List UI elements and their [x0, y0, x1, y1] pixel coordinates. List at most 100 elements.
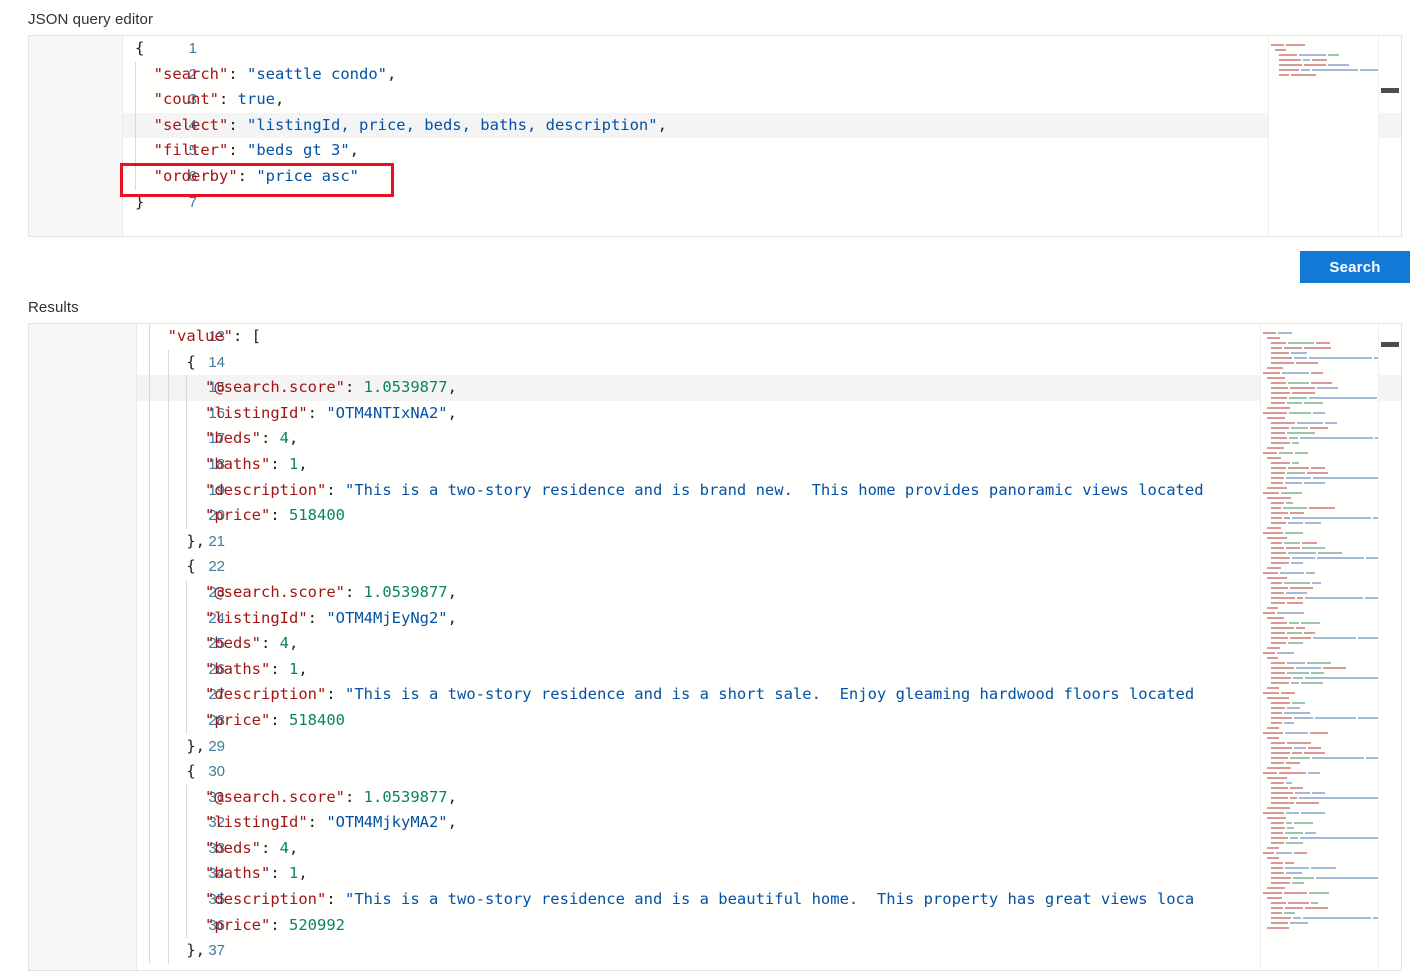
- code-line-text: "value": [: [167, 327, 261, 345]
- code-line[interactable]: 1{: [123, 36, 1401, 62]
- code-line[interactable]: 21 },: [137, 528, 1401, 555]
- code-line-text: "orderby": "price asc": [153, 166, 359, 185]
- indent-guide: [186, 451, 188, 478]
- indent-guide: [149, 733, 150, 760]
- indent-guide: [186, 656, 188, 683]
- code-line-text: {: [135, 39, 145, 57]
- indent-guide: [167, 528, 169, 555]
- indent-guide: [186, 861, 188, 888]
- indent-guide: [149, 579, 150, 606]
- code-line[interactable]: 15 "@search.score": 1.0539877,: [137, 375, 1401, 401]
- code-line-text: "listingId": "OTM4MjkyMA2",: [205, 813, 457, 832]
- indent-guide: [167, 400, 169, 427]
- json-query-editor[interactable]: 1{2 "search": "seattle condo", 3 "count":…: [28, 35, 1402, 237]
- code-line-text: "@search.score": 1.0539877,: [205, 378, 457, 397]
- code-line-text: "select": "listingId, price, beds, baths…: [153, 115, 667, 134]
- code-line[interactable]: 26 "baths": 1,: [137, 656, 1401, 683]
- code-line[interactable]: 24 "listingId": "OTM4MjEyNg2",: [137, 605, 1401, 632]
- indent-guide: [149, 324, 150, 350]
- query-editor-vertical-scrollbar[interactable]: [1378, 36, 1401, 236]
- code-line[interactable]: 13 "value": [: [137, 324, 1401, 350]
- indent-guide: [167, 861, 169, 888]
- results-editor-scroll-thumb[interactable]: [1381, 342, 1399, 347]
- indent-guide: [149, 451, 150, 478]
- indent-guide: [167, 631, 169, 657]
- code-line[interactable]: 28 "price": 518400: [137, 707, 1401, 734]
- code-line[interactable]: 17 "beds": 4,: [137, 426, 1401, 452]
- code-line-text: }: [135, 192, 145, 211]
- code-line[interactable]: 31 "@search.score": 1.0539877,: [137, 784, 1401, 811]
- indent-guide: [135, 87, 136, 113]
- minimap-line: [1269, 66, 1379, 77]
- code-line[interactable]: 33 "beds": 4,: [137, 835, 1401, 862]
- code-line[interactable]: 23 "@search.score": 1.0539877,: [137, 579, 1401, 606]
- indent-guide: [186, 912, 188, 939]
- query-editor-code-area[interactable]: 1{2 "search": "seattle condo", 3 "count":…: [123, 36, 1401, 236]
- code-line-text: },: [186, 736, 205, 755]
- code-line-text: "beds": 4,: [205, 429, 299, 448]
- code-line[interactable]: 18 "baths": 1,: [137, 451, 1401, 478]
- indent-guide: [149, 810, 150, 836]
- indent-guide: [167, 503, 169, 529]
- code-line[interactable]: 7}: [123, 190, 1401, 216]
- code-line[interactable]: 3 "count": true,: [123, 87, 1401, 113]
- code-line[interactable]: 37 },: [137, 938, 1401, 964]
- code-line-text: },: [186, 941, 205, 960]
- indent-guide: [149, 554, 150, 580]
- code-line[interactable]: 36 "price": 520992: [137, 912, 1401, 939]
- code-line-text: "@search.score": 1.0539877,: [205, 582, 457, 601]
- code-line[interactable]: 6 "orderby": "price asc": [123, 163, 1401, 190]
- code-line[interactable]: 25 "beds": 4,: [137, 631, 1401, 657]
- indent-guide: [149, 835, 150, 862]
- code-line[interactable]: 2 "search": "seattle condo",: [123, 61, 1401, 88]
- code-line[interactable]: 22 {: [137, 554, 1401, 580]
- results-editor[interactable]: 13 "value": [14 {15 "@search.score": 1.0…: [28, 323, 1402, 971]
- indent-guide: [186, 477, 188, 504]
- code-line[interactable]: 16 "listingId": "OTM4NTIxNA2",: [137, 400, 1401, 427]
- indent-guide: [167, 707, 169, 734]
- code-line[interactable]: 34 "baths": 1,: [137, 861, 1401, 888]
- code-line[interactable]: 30 {: [137, 759, 1401, 785]
- code-line-text: {: [186, 352, 196, 371]
- json-query-page: JSON query editor 1{2 "search": "seattle…: [0, 0, 1419, 971]
- indent-guide: [135, 61, 136, 88]
- code-line[interactable]: 14 {: [137, 349, 1401, 376]
- query-editor-scroll-thumb[interactable]: [1381, 88, 1399, 93]
- code-line-text: {: [186, 762, 196, 781]
- code-line[interactable]: 29 },: [137, 733, 1401, 760]
- code-line[interactable]: 5 "filter": "beds gt 3",: [123, 138, 1401, 164]
- indent-guide: [186, 631, 188, 657]
- code-line[interactable]: 4 "select": "listingId, price, beds, bat…: [123, 112, 1401, 139]
- indent-guide: [149, 631, 150, 657]
- indent-guide: [149, 861, 150, 888]
- results-editor-minimap[interactable]: [1260, 324, 1379, 970]
- indent-guide: [149, 656, 150, 683]
- indent-guide: [167, 579, 169, 606]
- code-line-text: "baths": 1,: [205, 864, 308, 883]
- indent-guide: [167, 375, 169, 401]
- code-line-text: "listingId": "OTM4NTIxNA2",: [205, 403, 457, 422]
- results-label: Results: [28, 299, 79, 316]
- results-editor-code-area[interactable]: 13 "value": [14 {15 "@search.score": 1.0…: [137, 324, 1401, 970]
- indent-guide: [149, 682, 150, 708]
- indent-guide: [167, 887, 169, 913]
- query-editor-minimap[interactable]: [1268, 36, 1379, 236]
- minimap-token: [1279, 73, 1290, 77]
- code-line-text: "baths": 1,: [205, 454, 308, 473]
- code-line[interactable]: 19 "description": "This is a two-story r…: [137, 477, 1401, 504]
- indent-guide: [149, 503, 150, 529]
- code-line[interactable]: 32 "listingId": "OTM4MjkyMA2",: [137, 810, 1401, 836]
- indent-guide: [167, 912, 169, 939]
- indent-guide: [186, 400, 188, 427]
- indent-guide: [149, 426, 150, 452]
- results-editor-vertical-scrollbar[interactable]: [1378, 324, 1401, 970]
- indent-guide: [167, 835, 169, 862]
- code-line[interactable]: 20 "price": 518400: [137, 503, 1401, 529]
- code-line[interactable]: 35 "description": "This is a two-story r…: [137, 887, 1401, 913]
- indent-guide: [186, 503, 188, 529]
- json-query-editor-label: JSON query editor: [28, 11, 154, 28]
- search-button[interactable]: Search: [1300, 251, 1410, 283]
- code-line-text: "baths": 1,: [205, 659, 308, 678]
- code-line-text: "filter": "beds gt 3",: [153, 141, 359, 160]
- code-line[interactable]: 27 "description": "This is a two-story r…: [137, 682, 1401, 708]
